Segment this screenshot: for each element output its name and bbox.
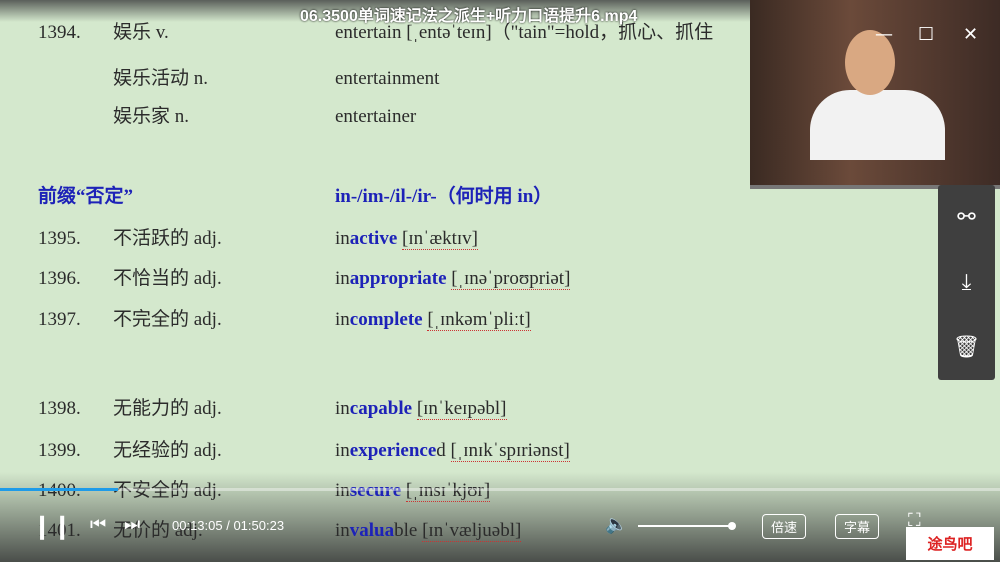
word-phonetic: [ˌɪnsɪˈkjʊr] [405, 480, 491, 502]
entry-number: 1396. [38, 268, 81, 289]
volume-icon[interactable]: 🔈 [605, 514, 627, 535]
video-title: 06.3500单词速记法之派生+听力口语提升6.mp4 [300, 8, 638, 25]
word-prefix: in [335, 228, 350, 249]
watermark-logo: 途鸟吧 [906, 527, 994, 560]
word-stem: experience [349, 440, 437, 461]
time-display: 00:13:05 / 01:50:23 [172, 518, 285, 533]
entry-number: 1398. [38, 398, 81, 419]
entry-english: inexperienced [ˌɪnɪkˈspɪriənst] [335, 440, 570, 462]
subtitle-button[interactable]: 字幕 [835, 514, 880, 539]
entry-chinese: 无经验的 adj. [113, 440, 222, 461]
entry-chinese: 娱乐家 n. [113, 106, 190, 127]
progress-bar[interactable] [0, 488, 1000, 491]
entry-number: 1397. [38, 309, 81, 330]
word-phonetic: [ˌɪnəˈproʊpriət] [451, 268, 571, 290]
entry-english: invaluable [ɪnˈvæljuəbl] [335, 520, 522, 542]
delete-icon[interactable]: 🗑 [938, 315, 995, 380]
section-heading-prefixes: in-/im-/il-/ir-（何时用 in） [335, 186, 553, 207]
entry-chinese: 不恰当的 adj. [113, 268, 222, 289]
share-icon[interactable]: ⚯ [938, 185, 995, 250]
word-prefix: in [335, 440, 350, 461]
entry-chinese: 不活跃的 adj. [113, 228, 222, 249]
side-panel: ⚯ ⤓ 🗑 [938, 185, 995, 380]
word-suffix: d [436, 440, 446, 461]
word-stem: active [349, 228, 398, 249]
entry-number: 1394. [38, 22, 81, 43]
word-phonetic: [ˌɪnɪkˈspɪriənst] [450, 440, 570, 462]
pause-icon[interactable]: ❙❙ [32, 512, 72, 541]
entry-chinese: 娱乐活动 n. [113, 68, 209, 89]
word-phonetic: [ɪnˈvæljuəbl] [422, 520, 522, 542]
volume-slider[interactable] [638, 522, 736, 530]
entry-english: inactive [ɪnˈæktɪv] [335, 228, 479, 250]
entry-english: inappropriate [ˌɪnəˈproʊpriət] [335, 268, 571, 290]
word-phonetic: [ɪnˈæktɪv] [402, 228, 479, 250]
word-prefix: in [335, 268, 350, 289]
maximize-icon[interactable]: ☐ [918, 24, 934, 45]
previous-icon[interactable]: ⏮ [90, 514, 106, 535]
entry-chinese: 无能力的 adj. [113, 398, 222, 419]
word-stem: valua [349, 520, 395, 541]
section-heading: 前缀“否定” [38, 186, 134, 207]
entry-number: 1399. [38, 440, 81, 461]
next-icon[interactable]: ⏭ [124, 514, 140, 535]
entry-chinese: 不完全的 adj. [113, 309, 222, 330]
word-prefix: in [335, 309, 350, 330]
word-stem: capable [349, 398, 413, 419]
minimize-icon[interactable]: — [875, 24, 893, 45]
entry-english: entertainer [335, 106, 417, 127]
entry-english: entertainment [335, 68, 440, 89]
word-stem: complete [349, 309, 423, 330]
word-prefix: in [335, 398, 350, 419]
word-prefix: in [335, 520, 350, 541]
speed-button[interactable]: 倍速 [762, 514, 807, 539]
download-icon[interactable]: ⤓ [938, 250, 995, 315]
entry-chinese: 娱乐 v. [113, 22, 169, 43]
entry-english: incomplete [ˌɪnkəmˈpliːt] [335, 309, 531, 331]
entry-english: incapable [ɪnˈkeɪpəbl] [335, 398, 507, 420]
word-suffix: ble [394, 520, 418, 541]
word-stem: appropriate [349, 268, 447, 289]
close-icon[interactable]: ✕ [963, 24, 978, 45]
entry-number: 1395. [38, 228, 81, 249]
word-phonetic: [ˌɪnkəmˈpliːt] [427, 309, 531, 331]
word-phonetic: [ɪnˈkeɪpəbl] [416, 398, 507, 420]
